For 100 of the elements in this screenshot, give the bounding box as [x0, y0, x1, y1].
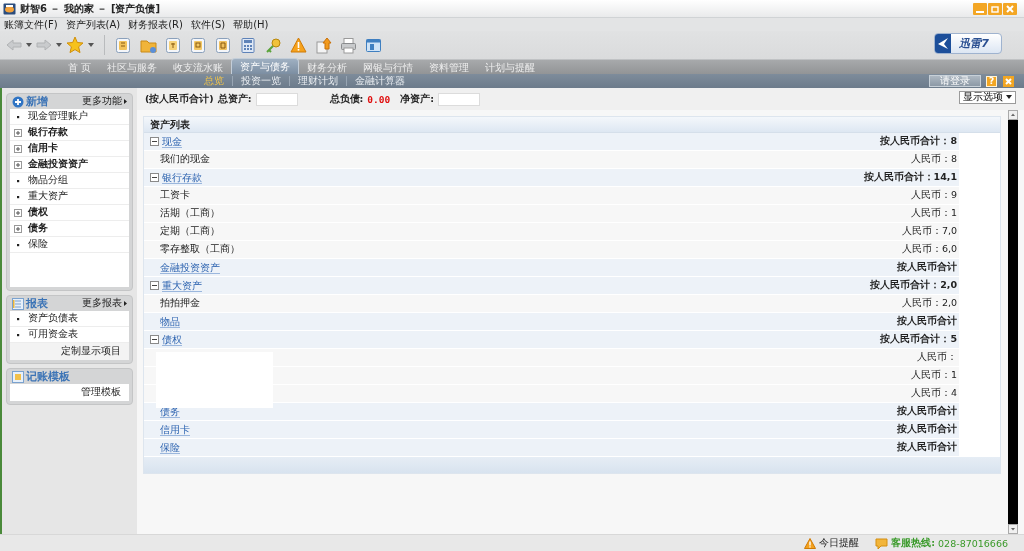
expand-icon[interactable] — [14, 144, 22, 153]
sidebar-item[interactable]: 现金管理账户 — [28, 110, 88, 123]
expand-icon[interactable] — [14, 128, 22, 137]
logo-text: 迅雷7 — [958, 35, 990, 51]
expand-icon[interactable] — [14, 160, 22, 169]
restore-icon[interactable] — [988, 2, 1002, 15]
sidebar-item[interactable]: 银行存款 — [28, 126, 68, 139]
category-link[interactable]: 重大资产 — [162, 279, 202, 292]
sidebar-item[interactable]: 资产负债表 — [28, 312, 78, 325]
amount-text: 人民币：7,0 — [901, 225, 957, 238]
key-icon[interactable] — [265, 36, 282, 54]
document-icon[interactable] — [165, 36, 182, 54]
close-icon[interactable] — [1003, 2, 1017, 15]
category-link[interactable]: 债务 — [160, 405, 180, 418]
document-icon[interactable] — [215, 36, 232, 54]
logo-badge[interactable]: 迅雷7 — [934, 32, 1002, 54]
category-link[interactable]: 物品 — [160, 315, 180, 328]
warning-icon[interactable] — [804, 537, 817, 549]
sidebar-item[interactable]: 债务 — [28, 222, 48, 235]
account-name[interactable]: 零存整取（工商） — [160, 243, 240, 256]
category-link[interactable]: 债权 — [162, 333, 182, 346]
reminder-link[interactable]: 今日提醒 — [819, 536, 860, 550]
menu-item[interactable]: 软件(S) — [191, 17, 226, 32]
star-icon[interactable] — [66, 36, 84, 54]
category-link[interactable]: 信用卡 — [160, 423, 190, 436]
amount-text: 人民币：8 — [910, 153, 957, 166]
upload-icon[interactable] — [315, 36, 332, 54]
display-options-button[interactable]: 显示选项 — [959, 90, 1016, 104]
sidebar-item[interactable]: 金融投资资产 — [28, 158, 88, 171]
caret-icon[interactable] — [26, 43, 32, 47]
summary-label: 总资产: — [217, 92, 252, 106]
minimize-icon[interactable] — [973, 2, 987, 15]
summary-value: 0.00 — [367, 93, 391, 105]
scrollbar[interactable] — [1008, 110, 1018, 534]
value-box — [438, 92, 480, 106]
panel-title: 报表 — [26, 296, 48, 311]
total-text: 按人民币合计 — [897, 315, 957, 328]
scroll-down-icon[interactable] — [1008, 524, 1018, 534]
app-icon — [3, 2, 16, 15]
sidebar-item[interactable]: 信用卡 — [28, 142, 58, 155]
caret-icon — [124, 301, 127, 306]
close-icon[interactable] — [1003, 75, 1014, 87]
menu-item[interactable]: 资产列表(A) — [65, 17, 121, 32]
category-link[interactable]: 金融投资资产 — [160, 261, 220, 274]
collapse-icon[interactable] — [150, 335, 159, 344]
sidebar-item[interactable]: 可用资金表 — [28, 328, 78, 341]
total-text: 按人民币合计 — [897, 261, 957, 274]
account-name[interactable]: 活期（工商） — [160, 207, 220, 220]
window-title: 财智6 － 我的家 － [资产负债] — [20, 1, 161, 16]
scroll-up-icon[interactable] — [1008, 110, 1018, 120]
menu-item[interactable]: 帮助(H) — [233, 17, 269, 32]
chat-bubble-icon — [875, 537, 889, 549]
window-icon[interactable] — [365, 36, 382, 54]
document-icon[interactable] — [115, 36, 132, 54]
summary-label: (按人民币合计) — [145, 92, 214, 106]
more-link[interactable]: 更多功能 — [82, 95, 122, 108]
collapse-icon[interactable] — [150, 173, 159, 182]
document-icon[interactable] — [190, 36, 207, 54]
more-link[interactable]: 更多报表 — [82, 297, 122, 310]
total-text: 按人民币合计 — [897, 441, 957, 454]
account-name[interactable]: 我们的现金 — [160, 153, 210, 166]
account-name[interactable]: 定期（工商） — [160, 225, 220, 238]
category-link[interactable]: 银行存款 — [162, 171, 202, 184]
menu-item[interactable]: 财务报表(R) — [128, 17, 183, 32]
total-text: 按人民币合计：2,0 — [870, 279, 957, 292]
calculator-icon[interactable] — [240, 36, 257, 54]
account-name[interactable]: 拍拍押金 — [160, 297, 200, 310]
account-name[interactable]: 工资卡 — [160, 189, 190, 202]
caret-icon[interactable] — [56, 43, 62, 47]
menu-item[interactable]: 账簿文件(F) — [4, 17, 58, 32]
amount-text: 人民币：2,0 — [901, 297, 957, 310]
table-title: 资产列表 — [144, 117, 1000, 133]
total-text: 按人民币合计：8 — [880, 135, 957, 148]
category-link[interactable]: 现金 — [162, 135, 182, 148]
category-link[interactable]: 保险 — [160, 441, 180, 454]
caret-icon — [1006, 95, 1012, 99]
panel-title: 记账模板 — [26, 369, 70, 384]
amount-text: 人民币：1 — [910, 207, 957, 220]
expand-icon[interactable] — [14, 208, 22, 217]
hotline-number: 028-87016666 — [938, 537, 1008, 549]
warning-icon[interactable] — [290, 36, 307, 54]
amount-text: 人民币： — [917, 351, 957, 364]
sidebar-item[interactable]: 债权 — [28, 206, 48, 219]
amount-text: 人民币：9 — [910, 189, 957, 202]
bird-icon — [935, 33, 952, 53]
sidebar-item[interactable]: 保险 — [28, 238, 48, 251]
caret-icon — [124, 99, 127, 104]
printer-icon[interactable] — [340, 36, 357, 54]
table-icon — [12, 297, 24, 310]
sidebar-item[interactable]: 重大资产 — [28, 190, 68, 203]
expand-icon[interactable] — [14, 224, 22, 233]
collapse-icon[interactable] — [150, 281, 159, 290]
caret-icon[interactable] — [88, 43, 94, 47]
value-box — [255, 92, 298, 106]
plus-circle-icon — [12, 95, 24, 108]
panel-title: 新增 — [26, 94, 48, 109]
collapse-icon[interactable] — [150, 137, 159, 146]
sidebar-item[interactable]: 物品分组 — [28, 174, 68, 187]
amount-text: 人民币：1 — [910, 369, 957, 382]
amount-text: 人民币：4 — [910, 387, 957, 400]
